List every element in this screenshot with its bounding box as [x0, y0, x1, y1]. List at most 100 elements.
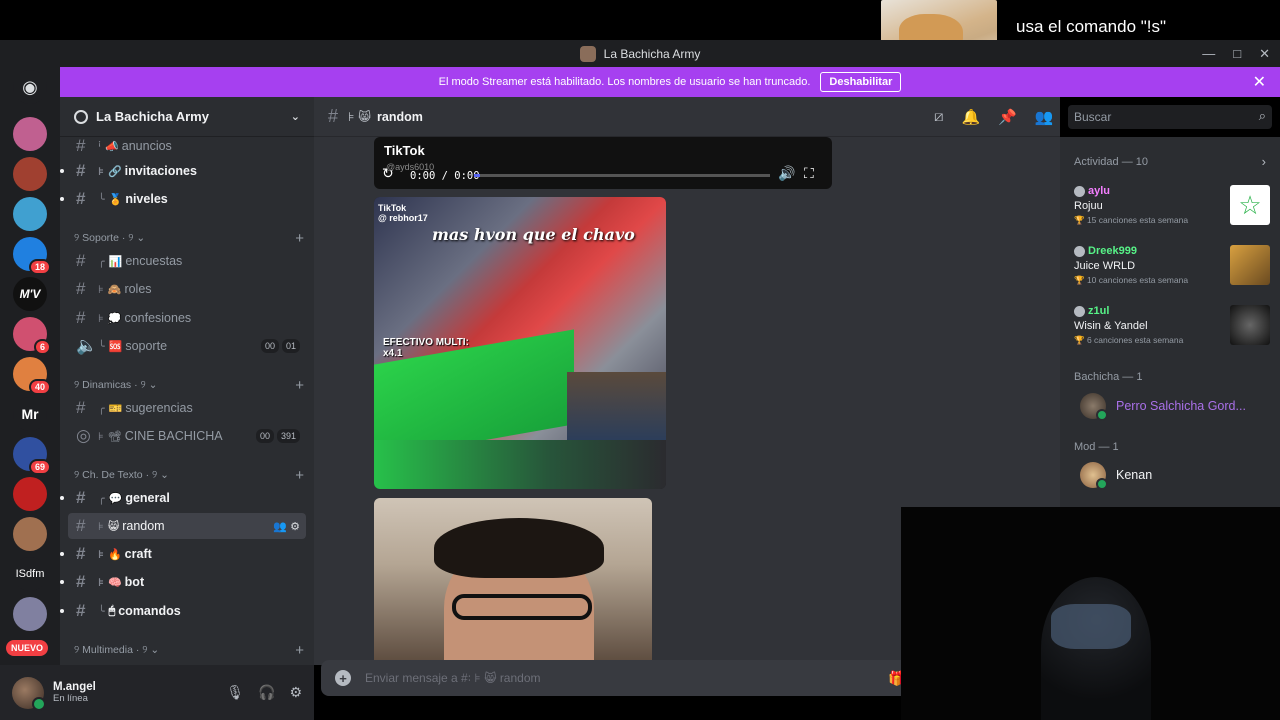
role-header-bachicha: Bachicha — 1: [1074, 371, 1143, 383]
channel-label: roles: [124, 282, 152, 296]
member-list: Actividad — 10 › aylu Rojuu 🏆 15 cancion…: [1060, 137, 1280, 507]
server-icon-7[interactable]: 40: [13, 357, 51, 395]
hash-icon: #: [76, 279, 86, 298]
hash-icon: #: [76, 572, 86, 591]
search-icon: ⌕: [1258, 108, 1266, 123]
unread-dot: [60, 197, 64, 201]
close-window-button[interactable]: ✕: [1259, 46, 1270, 62]
server-icon-2[interactable]: [13, 157, 47, 191]
close-icon[interactable]: ✕: [1253, 72, 1266, 92]
new-badge: NUEVO: [6, 640, 49, 656]
stage-icon: ◎: [76, 426, 91, 445]
fullscreen-icon[interactable]: ⛶: [804, 165, 814, 182]
server-header[interactable]: La Bachicha Army ⌄: [60, 97, 314, 137]
channel-title: random: [377, 109, 423, 124]
server-icon-13[interactable]: [13, 597, 47, 631]
channel-label: general: [125, 491, 170, 505]
server-icon-10[interactable]: [13, 477, 47, 511]
channel-roles[interactable]: # ⊧ 🙈 roles: [68, 276, 306, 302]
unread-dot: [60, 552, 64, 556]
avatar: [1080, 462, 1108, 490]
maximize-button[interactable]: □: [1233, 46, 1241, 62]
activity-card[interactable]: aylu Rojuu 🏆 15 canciones esta semana ☆: [1074, 185, 1270, 229]
activity-card[interactable]: Dreek999 Juice WRLD 🏆 10 canciones esta …: [1074, 245, 1270, 289]
activity-card[interactable]: z1ul Wisin & Yandel 🏆 6 canciones esta s…: [1074, 305, 1270, 349]
glasses: [452, 594, 592, 620]
server-boost-icon: [74, 109, 88, 124]
add-channel-icon[interactable]: +: [295, 642, 304, 659]
server-icon-6[interactable]: 6: [13, 317, 51, 355]
add-channel-icon[interactable]: +: [295, 377, 304, 394]
stage-channel-cine[interactable]: ◎ ⊧ 📽 CINE BACHICHA 00 391: [68, 423, 306, 449]
server-icon-8[interactable]: Mr: [13, 397, 47, 431]
voice-channel-soporte[interactable]: 🔈 ╰ 🆘 soporte 00 01: [68, 333, 306, 359]
gear-icon[interactable]: ⚙: [289, 684, 302, 701]
unread-dot: [60, 580, 64, 584]
server-icon-1[interactable]: [13, 117, 47, 151]
hash-icon: #: [76, 601, 86, 620]
channel-encuestas[interactable]: # ╭ 📊 encuestas: [68, 248, 306, 274]
username: M.angel: [53, 681, 96, 693]
member-item[interactable]: Perro Salchicha Gord...: [1080, 393, 1246, 421]
video-progress[interactable]: [474, 174, 770, 177]
discord-home-icon[interactable]: ◉: [13, 70, 47, 104]
channel-anuncios[interactable]: # ꜟ 📣 anuncios: [68, 133, 306, 159]
hash-icon: #: [76, 308, 86, 327]
image-attachment[interactable]: [374, 498, 652, 665]
chevron-down-icon[interactable]: ⌄: [291, 110, 300, 123]
server-icon-12[interactable]: ISdfm: [13, 557, 47, 591]
game-overlay-text: EFECTIVO MULTI: x4.1: [383, 337, 469, 359]
server-icon-5[interactable]: M'V: [13, 277, 47, 311]
server-icon-4[interactable]: 18: [13, 237, 51, 275]
add-channel-icon[interactable]: +: [295, 467, 304, 484]
channel-sidebar: La Bachicha Army ⌄ # ꜟ 📣 anuncios # ⊧ 🔗 invita…: [60, 97, 314, 665]
server-icon-9[interactable]: 69: [13, 437, 51, 475]
server-icon-11[interactable]: [13, 517, 47, 551]
category-soporte[interactable]: ୨ Soporte · ୨ ⌄ +: [74, 230, 304, 247]
tiktok-embed-player[interactable]: TikTok @ayds6010 ↻ 0:00 / 0:00 🔊 ⛶: [374, 137, 832, 189]
avatar[interactable]: [12, 676, 46, 711]
video-attachment[interactable]: TikTok @ rebhor17 mas hvon que el chavo …: [374, 197, 666, 489]
channel-craft[interactable]: # ⊧ 🔥 craft: [60, 541, 306, 567]
channel-label: soporte: [125, 339, 168, 353]
channel-sugerencias[interactable]: # ╭ 🎫 sugerencias: [68, 395, 306, 421]
add-channel-icon[interactable]: +: [295, 230, 304, 247]
volume-icon[interactable]: 🔊: [778, 165, 795, 182]
category-texto[interactable]: ୨ Ch. De Texto · ୨ ⌄ +: [74, 467, 304, 484]
member-item[interactable]: Kenan: [1080, 462, 1152, 490]
channel-confesiones[interactable]: # ⊧ 💭 confesiones: [68, 305, 306, 331]
channel-bot[interactable]: # ⊧ 🧠 bot: [60, 569, 306, 595]
microphone-icon[interactable]: 🎙: [226, 684, 244, 701]
channel-random[interactable]: # ⊧ 😸 random 👥 ⚙: [68, 513, 306, 539]
channel-niveles[interactable]: # ╰ 🏅 niveles: [60, 186, 306, 212]
hash-icon: #: [328, 106, 339, 126]
avatar: [1080, 393, 1108, 421]
message-input[interactable]: + Enviar mensaje a #꞉ ⊧ 😸 random: [321, 660, 911, 696]
video-time: 0:00 / 0:00: [410, 170, 480, 182]
category-dinamicas[interactable]: ୨ Dinamicas · ୨ ⌄ +: [74, 377, 304, 394]
hash-icon: #: [76, 544, 86, 563]
disable-streamer-button[interactable]: Deshabilitar: [820, 72, 902, 92]
search-input[interactable]: Buscar ⌕: [1068, 105, 1272, 129]
minimize-button[interactable]: —: [1202, 46, 1215, 62]
channel-settings-icons[interactable]: 👥 ⚙: [273, 520, 300, 533]
headphones-icon[interactable]: 🎧: [258, 684, 275, 701]
mention-badge: 18: [28, 259, 51, 275]
bell-icon[interactable]: 🔔: [962, 108, 981, 126]
channel-invitaciones[interactable]: # ⊧ 🔗 invitaciones: [60, 158, 306, 184]
category-multimedia[interactable]: ୨ Multimedia · ୨ ⌄ +: [74, 642, 304, 659]
threads-icon[interactable]: ⧄: [934, 108, 944, 126]
video-caption: mas hvon que el chavo: [432, 225, 635, 244]
add-attachment-icon[interactable]: +: [335, 670, 351, 686]
member-list-icon[interactable]: 👥: [1035, 108, 1054, 126]
server-icon-3[interactable]: [13, 197, 47, 231]
replay-icon[interactable]: ↻: [382, 165, 394, 182]
streamer-mode-banner: El modo Streamer está habilitado. Los no…: [60, 67, 1280, 97]
channel-comandos[interactable]: # ╰ 🖱 comandos: [60, 598, 306, 624]
channel-general[interactable]: # ╭ 💬 general: [60, 485, 306, 511]
pin-icon[interactable]: 📌: [998, 108, 1017, 126]
role-header-mod: Mod — 1: [1074, 441, 1119, 453]
hash-icon: #: [76, 161, 86, 180]
user-status: En línea: [53, 693, 88, 704]
chevron-right-icon[interactable]: ›: [1262, 154, 1266, 169]
